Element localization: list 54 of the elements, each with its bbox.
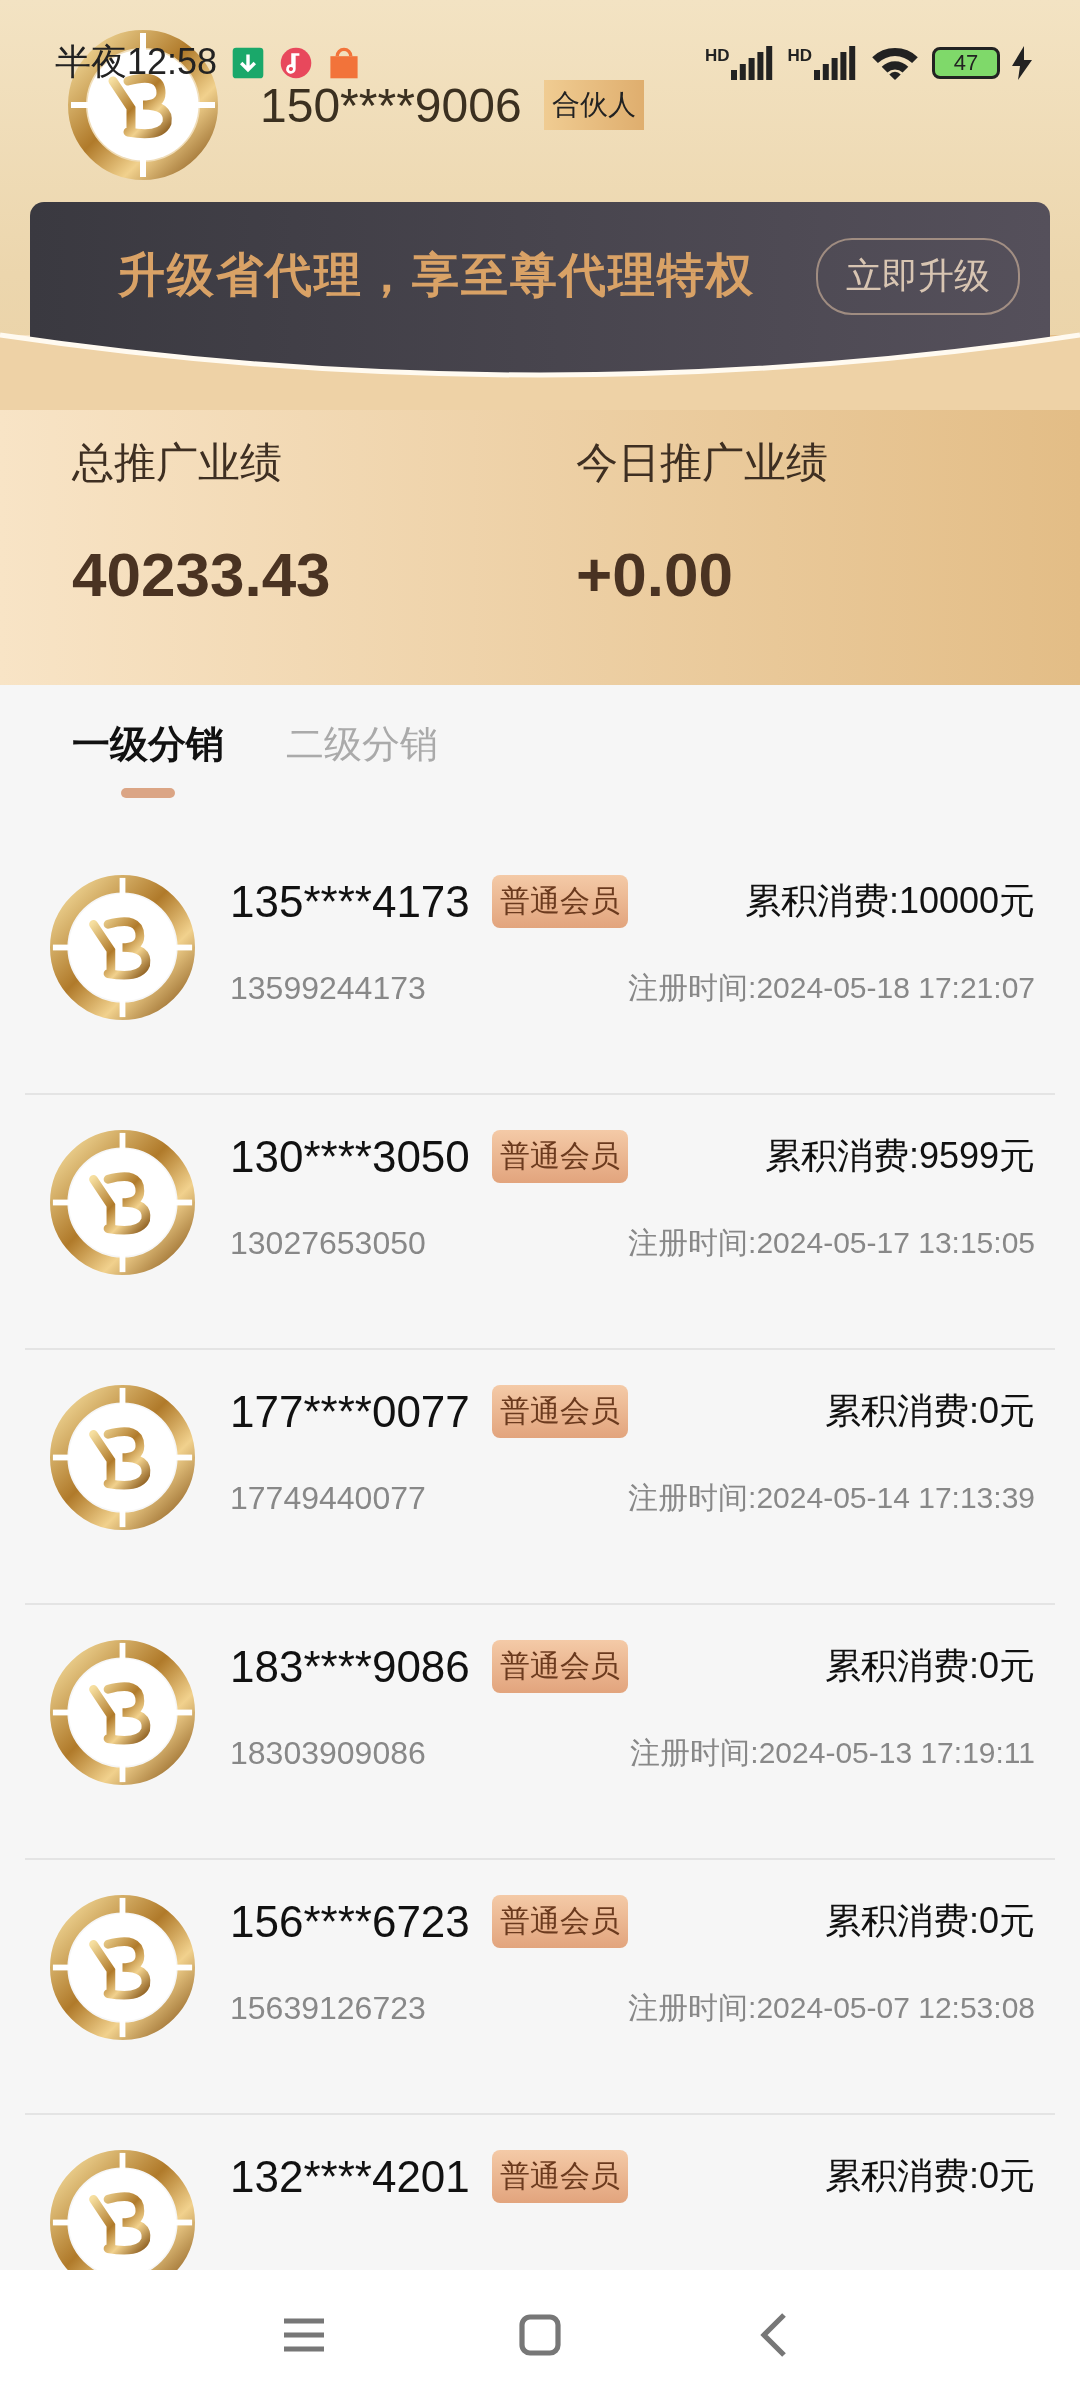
stat-label: 今日推广业绩 — [576, 438, 829, 488]
user-phone: 150****9006 — [260, 77, 522, 133]
member-row[interactable]: 156****6723 普通会员 累积消费:0元 15639126723 注册时间:2024-05-07 12:53:08 — [25, 1860, 1055, 2115]
total-spend: 累积消费:0元 — [824, 1644, 1035, 1688]
register-time: 注册时间:2024-05-18 17:21:07 — [628, 970, 1035, 1006]
total-spend: 累积消费:0元 — [824, 1389, 1035, 1433]
total-spend: 累积消费:0元 — [824, 2154, 1035, 2198]
member-number: 15639126723 — [230, 1990, 426, 2027]
member-level: 普通会员 — [491, 1895, 628, 1948]
network-label: HD — [787, 45, 812, 66]
signal-icon — [814, 45, 858, 80]
register-time: 注册时间:2024-05-07 12:53:08 — [628, 1990, 1035, 2026]
member-level: 普通会员 — [491, 1385, 628, 1438]
battery-icon: 47 — [932, 46, 1000, 79]
stat-label: 总推广业绩 — [72, 438, 283, 488]
total-spend: 累积消费:10000元 — [744, 879, 1035, 923]
register-time: 注册时间:2024-05-14 17:13:39 — [628, 1480, 1035, 1516]
member-number: 17749440077 — [230, 1480, 426, 1517]
stat-value: +0.00 — [576, 539, 734, 610]
member-phone: 132****4201 — [230, 2151, 470, 2202]
member-number: 13599244173 — [230, 970, 426, 1007]
member-phone: 135****4173 — [230, 876, 470, 927]
member-level: 普通会员 — [491, 1130, 628, 1183]
banner-text: 升级省代理，享至尊代理特权 — [118, 247, 755, 303]
member-phone: 177****0077 — [230, 1386, 470, 1437]
member-phone: 156****6723 — [230, 1896, 470, 1947]
logo-icon — [50, 1385, 195, 1530]
charging-icon — [1012, 45, 1032, 80]
member-row[interactable]: 177****0077 普通会员 累积消费:0元 17749440077 注册时间:2024-05-14 17:13:39 — [25, 1350, 1055, 1605]
member-phone: 130****3050 — [230, 1131, 470, 1182]
member-number: 18303909086 — [230, 1735, 426, 1772]
member-level: 普通会员 — [491, 2150, 628, 2203]
music-icon — [279, 45, 314, 80]
download-icon — [231, 45, 266, 80]
member-level: 普通会员 — [491, 1640, 628, 1693]
stat-value: 40233.43 — [72, 539, 332, 610]
total-spend: 累积消费:9599元 — [764, 1134, 1035, 1178]
member-phone: 183****9086 — [230, 1641, 470, 1692]
member-row[interactable]: 135****4173 普通会员 累积消费:10000元 13599244173 注册时间:2024-05-18 17:21:07 — [25, 840, 1055, 1095]
member-row[interactable]: 183****9086 普通会员 累积消费:0元 18303909086 注册时间:2024-05-13 17:19:11 — [25, 1605, 1055, 1860]
register-time: 注册时间:2024-05-17 13:15:05 — [628, 1225, 1035, 1261]
member-level: 普通会员 — [491, 875, 628, 928]
logo-icon — [50, 875, 195, 1020]
register-time: 注册时间:2024-05-13 17:19:11 — [630, 1735, 1035, 1771]
logo-icon — [50, 1895, 195, 2040]
total-spend: 累积消费:0元 — [824, 1899, 1035, 1943]
member-row[interactable]: 130****3050 普通会员 累积消费:9599元 13027653050 注册时间:2024-05-17 13:15:05 — [25, 1095, 1055, 1350]
logo-icon — [50, 1130, 195, 1275]
logo-icon — [50, 1640, 195, 1785]
upgrade-button[interactable]: 立即升级 — [816, 238, 1020, 315]
network-label: HD — [704, 45, 730, 66]
tab[interactable]: 一级分销 — [72, 719, 224, 798]
partner-badge: 合伙人 — [543, 80, 644, 130]
member-number: 13027653050 — [230, 1225, 426, 1262]
